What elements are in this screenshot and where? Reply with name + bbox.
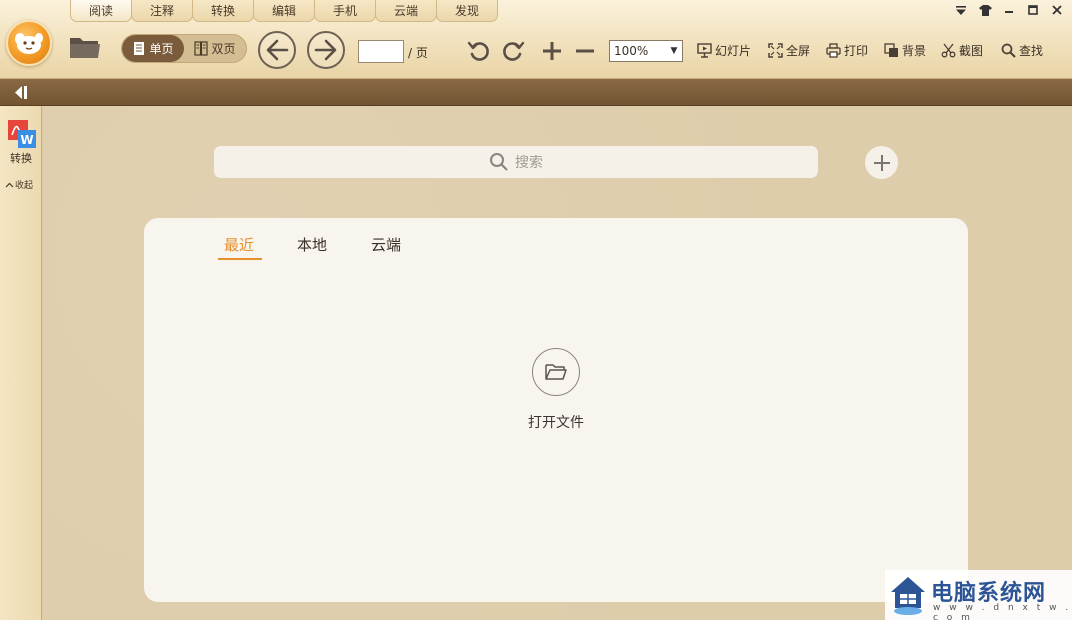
fullscreen-label: 全屏 xyxy=(786,44,811,58)
chevron-up-icon xyxy=(5,182,14,187)
arrow-right-icon xyxy=(314,39,337,61)
background-button[interactable]: 背景 xyxy=(884,42,926,59)
tab-edit[interactable]: 编辑 xyxy=(253,0,315,22)
close-icon[interactable] xyxy=(1048,2,1066,18)
house-logo-icon xyxy=(891,577,925,615)
convert-badge-text: W xyxy=(20,133,33,147)
double-page-label: 双页 xyxy=(211,42,236,56)
plus-icon xyxy=(873,154,890,171)
background-icon xyxy=(884,43,898,57)
tab-convert[interactable]: 转换 xyxy=(192,0,254,22)
screenshot-button[interactable]: 截图 xyxy=(941,42,983,59)
zoom-out-icon[interactable] xyxy=(573,39,597,63)
fullscreen-icon xyxy=(768,43,783,58)
slideshow-icon xyxy=(697,43,712,58)
collapse-button[interactable]: 收起 xyxy=(5,178,33,191)
file-panel: 最近 本地 云端 打开文件 xyxy=(144,218,968,602)
single-page-label: 单页 xyxy=(149,42,174,56)
folder-open-icon xyxy=(545,364,567,380)
chevron-down-icon: ▼ xyxy=(670,46,678,56)
screenshot-label: 截图 xyxy=(959,44,984,58)
page-mode-toggle: 单页 双页 xyxy=(121,34,247,63)
page-separator: / 页 xyxy=(408,46,428,60)
rotate-left-icon[interactable] xyxy=(466,38,492,64)
active-tab-underline xyxy=(218,258,262,260)
slideshow-button[interactable]: 幻灯片 xyxy=(697,42,751,59)
open-file-label[interactable]: 打开文件 xyxy=(506,412,606,432)
zoom-value: 100% xyxy=(614,44,649,58)
window-controls xyxy=(952,2,1066,18)
top-toolbar: 阅读 注释 转换 编辑 手机 云端 发现 单页 双页 / 页 100% ▼ 幻灯… xyxy=(0,0,1072,79)
search-icon xyxy=(490,153,508,171)
app-logo[interactable] xyxy=(6,20,52,66)
skin-shirt-icon[interactable] xyxy=(976,2,994,18)
background-label: 背景 xyxy=(902,44,927,58)
rotate-right-icon[interactable] xyxy=(500,38,526,64)
left-sidebar: W 转换 收起 xyxy=(0,106,42,620)
tab-annotate[interactable]: 注释 xyxy=(131,0,193,22)
print-button[interactable]: 打印 xyxy=(826,42,868,59)
add-button[interactable] xyxy=(865,146,898,179)
tab-discover[interactable]: 发现 xyxy=(436,0,498,22)
search-placeholder: 搜索 xyxy=(515,155,543,171)
pdf-to-word-icon[interactable]: W xyxy=(8,120,36,148)
open-folder-icon[interactable] xyxy=(66,32,104,62)
next-page-button[interactable] xyxy=(307,31,345,69)
scissors-icon xyxy=(941,43,956,58)
page-number-input[interactable] xyxy=(358,40,404,63)
open-file-button[interactable] xyxy=(532,348,580,396)
double-page-icon xyxy=(194,41,209,56)
find-label: 查找 xyxy=(1019,44,1044,58)
printer-icon xyxy=(826,43,841,58)
ribbon-tabs: 阅读 注释 转换 编辑 手机 云端 发现 xyxy=(70,0,498,22)
tab-read[interactable]: 阅读 xyxy=(70,0,132,22)
prev-page-button[interactable] xyxy=(258,31,296,69)
single-page-button[interactable]: 单页 xyxy=(122,35,184,62)
fullscreen-button[interactable]: 全屏 xyxy=(768,42,810,59)
tab-mobile[interactable]: 手机 xyxy=(314,0,376,22)
tab-recent[interactable]: 最近 xyxy=(224,234,254,255)
tab-local[interactable]: 本地 xyxy=(297,234,327,255)
find-button[interactable]: 查找 xyxy=(1001,42,1043,59)
menu-dropdown-icon[interactable] xyxy=(952,2,970,18)
tab-cloud[interactable]: 云端 xyxy=(375,0,437,22)
secondary-bar xyxy=(0,79,1072,106)
search-icon xyxy=(1001,43,1016,58)
site-watermark: 电脑系统网 w w w . d n x t w . c o m xyxy=(885,570,1072,620)
print-label: 打印 xyxy=(844,44,869,58)
double-page-button[interactable]: 双页 xyxy=(184,35,246,62)
zoom-select[interactable]: 100% ▼ xyxy=(609,40,683,62)
maximize-icon[interactable] xyxy=(1024,2,1042,18)
collapse-sidebar-icon[interactable] xyxy=(12,84,30,101)
single-page-icon xyxy=(134,42,145,55)
convert-label[interactable]: 转换 xyxy=(0,150,42,166)
watermark-url: w w w . d n x t w . c o m xyxy=(933,603,1072,620)
search-bar[interactable]: 搜索 xyxy=(214,146,818,178)
collapse-label: 收起 xyxy=(15,181,34,191)
minimize-icon[interactable] xyxy=(1000,2,1018,18)
tab-cloud-files[interactable]: 云端 xyxy=(371,234,401,255)
main-area: 搜索 最近 本地 云端 打开文件 xyxy=(43,106,1072,620)
arrow-left-icon xyxy=(266,39,289,61)
app-window: 阅读 注释 转换 编辑 手机 云端 发现 单页 双页 / 页 100% ▼ 幻灯… xyxy=(0,0,1072,620)
slideshow-label: 幻灯片 xyxy=(715,44,752,58)
zoom-in-icon[interactable] xyxy=(540,39,564,63)
